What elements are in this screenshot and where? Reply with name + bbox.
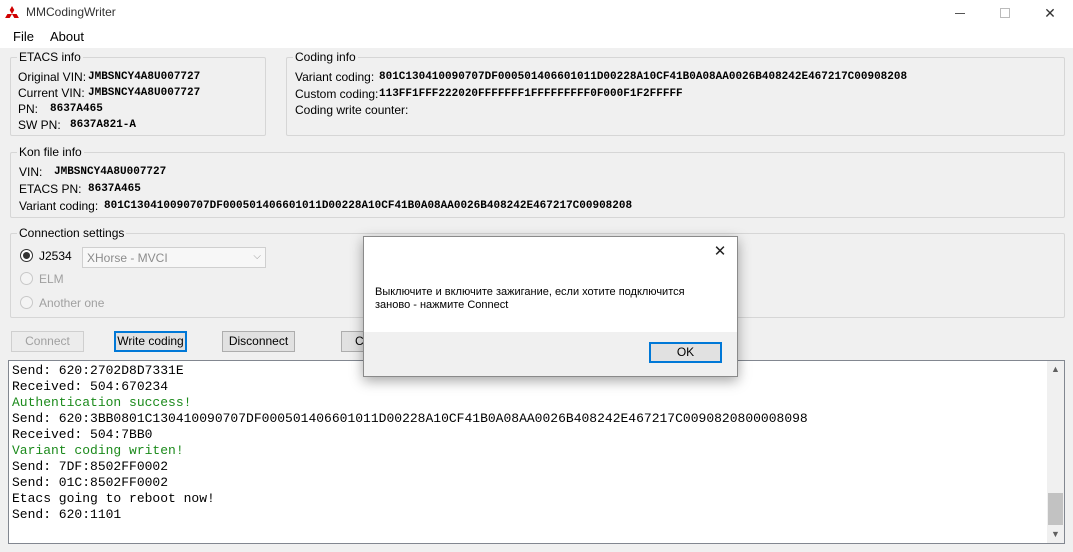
scroll-up-icon[interactable]: ▲ xyxy=(1047,361,1064,378)
write-coding-button[interactable]: Write coding xyxy=(114,331,187,352)
log-line: Received: 504:670234 xyxy=(12,379,169,394)
scroll-thumb[interactable] xyxy=(1048,493,1063,525)
close-button[interactable]: ✕ xyxy=(1027,0,1073,26)
log-scrollbar[interactable]: ▲ ▼ xyxy=(1047,361,1064,543)
kon-variant-coding-label: Variant coding: xyxy=(19,199,99,213)
close-icon: ✕ xyxy=(1044,4,1056,21)
log-line: Send: 7DF:8502FF0002 xyxy=(12,459,169,474)
etacs-info-title: ETACS info xyxy=(17,50,83,64)
maximize-icon xyxy=(1000,8,1010,18)
elm-radio[interactable] xyxy=(20,272,33,285)
dialog-message: Выключите и включите зажигание, если хот… xyxy=(375,286,685,311)
mitsubishi-logo-icon xyxy=(5,6,19,18)
log-line-success: Authentication success! xyxy=(12,395,192,410)
device-select-value: XHorse - MVCI xyxy=(87,251,168,265)
pn-label: PN: xyxy=(18,102,39,116)
sw-pn-label: SW PN: xyxy=(18,118,61,132)
kon-etacs-pn-value: 8637A465 xyxy=(88,183,141,195)
another-one-label: Another one xyxy=(39,296,105,310)
log-line: Send: 01C:8502FF0002 xyxy=(12,475,169,490)
current-vin-label: Current VIN: xyxy=(18,86,85,100)
minimize-button[interactable] xyxy=(937,0,983,26)
pn-value: 8637A465 xyxy=(50,103,103,115)
log-line: Send: 620:2702D8D7331E xyxy=(12,363,184,378)
coding-info-title: Coding info xyxy=(293,50,358,64)
original-vin-label: Original VIN: xyxy=(18,70,87,84)
custom-coding-value: 113FF1FFF222020FFFFFFF1FFFFFFFFF0F000F1F… xyxy=(379,88,683,100)
dialog-ok-button[interactable]: OK xyxy=(649,342,722,363)
minimize-icon xyxy=(955,12,965,14)
another-one-radio[interactable] xyxy=(20,296,33,309)
chevron-down-icon: ⌵ xyxy=(253,251,261,262)
elm-label: ELM xyxy=(39,272,64,286)
variant-coding-value: 801C130410090707DF000501406601011D00228A… xyxy=(379,71,908,83)
coding-write-counter-label: Coding write counter: xyxy=(295,103,409,117)
disconnect-button[interactable]: Disconnect xyxy=(222,331,295,352)
connect-button[interactable]: Connect xyxy=(11,331,84,352)
dialog-footer: OK xyxy=(364,332,737,376)
title-bar: MMCodingWriter ✕ xyxy=(0,0,1073,26)
log-line: Send: 620:1101 xyxy=(12,507,122,522)
log-line-success: Variant coding writen! xyxy=(12,443,184,458)
scroll-down-icon[interactable]: ▼ xyxy=(1047,526,1064,543)
menu-bar: File About xyxy=(0,26,1073,48)
custom-coding-label: Custom coding: xyxy=(295,87,379,101)
kon-vin-label: VIN: xyxy=(19,165,43,179)
menu-about[interactable]: About xyxy=(50,29,84,44)
j2534-label: J2534 xyxy=(39,249,72,263)
log-line: Send: 620:3BB0801C130410090707DF00050140… xyxy=(12,411,808,426)
kon-variant-coding-value: 801C130410090707DF000501406601011D00228A… xyxy=(104,200,633,212)
log-line: Received: 504:7BB0 xyxy=(12,427,153,442)
kon-file-info-title: Kon file info xyxy=(17,145,84,159)
current-vin-value: JMBSNCY4A8U007727 xyxy=(88,87,201,99)
main-window: MMCodingWriter ✕ File About ETACS info O… xyxy=(0,0,1073,552)
menu-file[interactable]: File xyxy=(13,29,34,44)
message-dialog: ✕ Выключите и включите зажигание, если х… xyxy=(363,236,738,377)
device-select[interactable]: XHorse - MVCI ⌵ xyxy=(82,247,266,268)
kon-vin-value: JMBSNCY4A8U007727 xyxy=(54,166,167,178)
window-title: MMCodingWriter xyxy=(26,5,116,19)
sw-pn-value: 8637A821-A xyxy=(70,119,137,131)
log-line: Etacs going to reboot now! xyxy=(12,491,215,506)
connection-settings-title: Connection settings xyxy=(17,226,127,240)
maximize-button[interactable] xyxy=(982,0,1028,26)
original-vin-value: JMBSNCY4A8U007727 xyxy=(88,71,201,83)
kon-etacs-pn-label: ETACS PN: xyxy=(19,182,82,196)
j2534-radio[interactable] xyxy=(20,249,33,262)
variant-coding-label: Variant coding: xyxy=(295,70,375,84)
log-textbox[interactable]: Send: 620:2702D8D7331E Received: 504:6702… xyxy=(8,360,1065,544)
dialog-close-icon[interactable]: ✕ xyxy=(709,241,731,263)
